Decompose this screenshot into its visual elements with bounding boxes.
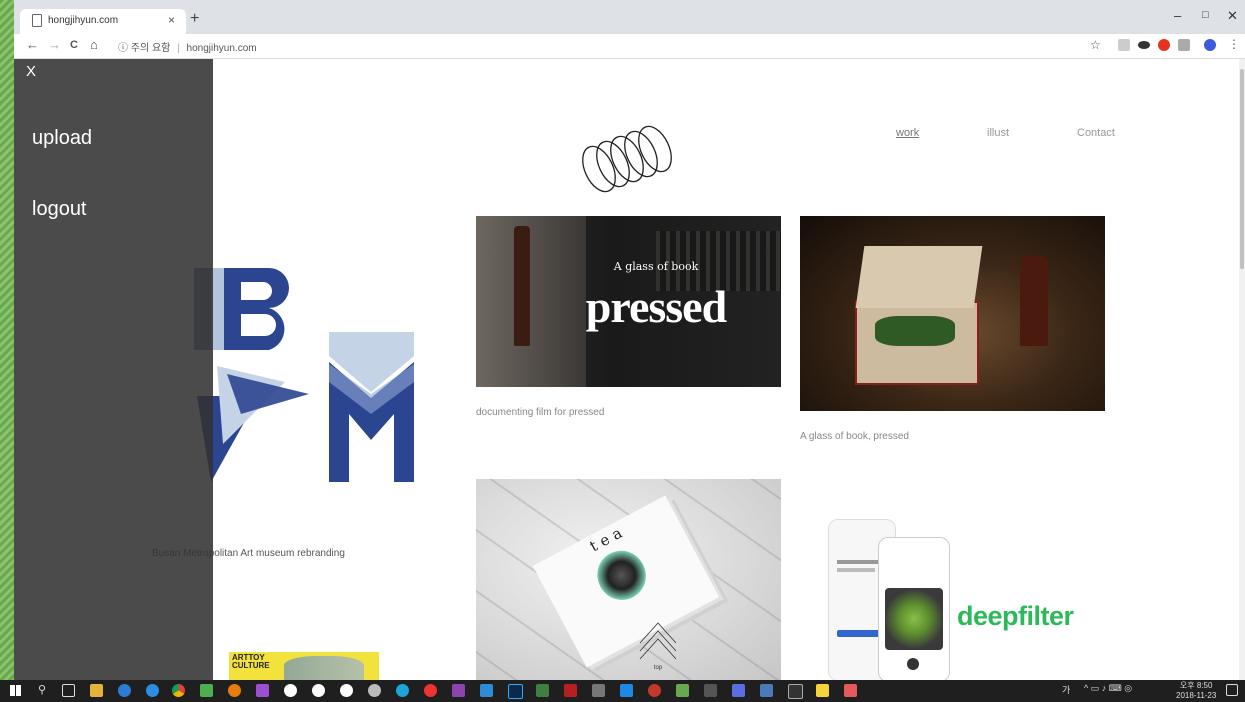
nav-work[interactable]: work (896, 127, 919, 139)
app-icon[interactable] (648, 684, 661, 697)
security-info-icon[interactable]: ⓘ (118, 43, 128, 54)
file-explorer-icon[interactable] (90, 684, 103, 697)
arttoy-title: ARTTOY CULTURE (232, 653, 270, 670)
work-busan-museum-image[interactable] (189, 264, 419, 494)
app-icon[interactable] (368, 684, 381, 697)
minimize-button[interactable]: – (1174, 8, 1181, 23)
forward-button[interactable]: → (48, 37, 61, 52)
sidebar-menu: X upload logout (14, 59, 213, 680)
browser-window: hongjihyun.com × + – □ ✕ ← → C ⌂ ⓘ 주의 요함… (14, 0, 1245, 680)
page-scrollbar[interactable] (1239, 59, 1245, 680)
moss-shape (875, 316, 955, 346)
unreal-engine-icon-1[interactable] (284, 684, 297, 697)
start-windows-icon[interactable] (10, 685, 21, 696)
deepfilter-logo: deepfilter (957, 601, 1074, 631)
security-label: 주의 요함 (130, 43, 171, 54)
app-icon[interactable] (592, 684, 605, 697)
reload-button[interactable]: C (70, 39, 78, 51)
home-button[interactable]: ⌂ (90, 37, 98, 52)
profile-avatar[interactable] (1204, 39, 1216, 51)
app-icon[interactable] (536, 684, 549, 697)
nav-illust[interactable]: illust (987, 127, 1009, 139)
tab-close-icon[interactable]: × (168, 13, 175, 27)
clock-date: 2018-11-23 (1176, 691, 1217, 700)
nav-contact[interactable]: Contact (1077, 127, 1115, 139)
chrome-icon[interactable] (172, 684, 185, 697)
blender-icon[interactable] (228, 684, 241, 697)
sidebar-item-upload[interactable]: upload (32, 127, 92, 150)
kakaotalk-icon[interactable] (816, 684, 829, 697)
sidebar-item-logout[interactable]: logout (32, 198, 87, 221)
scroll-top-label: top (654, 665, 663, 671)
clock-time: 오후 8:50 (1179, 681, 1213, 690)
app-icon[interactable] (844, 684, 857, 697)
phone-front-shape (878, 537, 950, 680)
app-icon[interactable] (424, 684, 437, 697)
unreal-engine-icon-3[interactable] (340, 684, 353, 697)
work-pressed-film-caption[interactable]: documenting film for pressed (476, 407, 604, 418)
pressed-title: pressed (585, 281, 727, 332)
notification-center-icon[interactable] (1226, 684, 1238, 696)
phone-text-line (837, 568, 875, 572)
url-separator: | (177, 43, 180, 54)
omnibox[interactable]: ⓘ 주의 요함 | hongjihyun.com (118, 39, 257, 54)
menu-icon[interactable]: ⋮ (1228, 37, 1240, 51)
page-favicon-icon (32, 14, 42, 27)
app-icon[interactable] (620, 684, 633, 697)
salad-photo (885, 588, 943, 650)
app-icon[interactable] (704, 684, 717, 697)
visual-studio-icon[interactable] (256, 684, 269, 697)
filezilla-icon[interactable] (564, 684, 577, 697)
ime-indicator[interactable]: 가 (1062, 683, 1070, 696)
work-pressed-box-caption[interactable]: A glass of book, pressed (800, 431, 909, 442)
whisky-bottle-shape (1020, 256, 1048, 346)
pressed-subtitle: A glass of book (613, 260, 699, 273)
app-icon[interactable] (452, 684, 465, 697)
work-tea-book-image[interactable]: tea (476, 479, 781, 680)
browser-tab[interactable]: hongjihyun.com × (20, 9, 186, 34)
windows-taskbar: ⚲ 가 ^ ▭ ♪ ⌨ ◎ 오후 8:50 2018-11-23 (0, 680, 1245, 702)
opera-icon[interactable] (1158, 39, 1170, 51)
sidebar-close-button[interactable]: X (26, 63, 36, 80)
internet-explorer-icon[interactable] (146, 684, 159, 697)
app-icon[interactable] (676, 684, 689, 697)
edge-icon[interactable] (118, 684, 131, 697)
close-window-button[interactable]: ✕ (1227, 8, 1238, 24)
unreal-engine-icon-2[interactable] (312, 684, 325, 697)
tray-icons[interactable]: ^ ▭ ♪ ⌨ ◎ (1084, 683, 1132, 694)
scroll-top-button[interactable]: top (638, 617, 678, 677)
address-bar: ← → C ⌂ ⓘ 주의 요함 | hongjihyun.com ☆ ⋮ (14, 34, 1245, 59)
back-button[interactable]: ← (26, 37, 39, 52)
phone-shutter-icon (907, 658, 919, 670)
scrollbar-thumb[interactable] (1240, 69, 1244, 269)
url-text[interactable]: hongjihyun.com (187, 43, 257, 54)
work-deepfilter-image[interactable]: deepfilter (800, 479, 1105, 680)
new-tab-button[interactable]: + (190, 10, 199, 28)
extension-1-icon[interactable] (1118, 39, 1130, 51)
work-pressed-box-image[interactable] (800, 216, 1105, 411)
maximize-button[interactable]: □ (1202, 9, 1209, 21)
task-view-icon[interactable] (62, 684, 75, 697)
work-arttoy-image[interactable]: ARTTOY CULTURE (229, 652, 379, 680)
app-icon[interactable] (480, 684, 493, 697)
search-icon[interactable]: ⚲ (38, 683, 46, 696)
app-icon[interactable] (396, 684, 409, 697)
app-icon[interactable] (788, 684, 803, 699)
notepad-icon[interactable] (200, 684, 213, 697)
bookmark-star-icon[interactable]: ☆ (1090, 38, 1101, 52)
bottle-shape (514, 226, 530, 346)
app-icon[interactable] (732, 684, 745, 697)
app-icon[interactable] (760, 684, 773, 697)
tab-title: hongjihyun.com (48, 15, 119, 26)
arttoy-figure (284, 656, 364, 680)
site-logo[interactable] (579, 124, 679, 204)
extension-glasses-icon[interactable] (1138, 41, 1150, 49)
web-page: work illust Contact Busan Metropolitan A… (14, 59, 1245, 680)
photoshop-icon[interactable] (508, 684, 523, 699)
work-pressed-film-image[interactable]: A glass of book pressed (476, 216, 781, 387)
tab-strip: hongjihyun.com × + – □ ✕ (14, 0, 1245, 34)
box-lid-shape (855, 246, 983, 308)
system-clock[interactable]: 오후 8:50 2018-11-23 (1176, 681, 1216, 701)
extension-2-icon[interactable] (1178, 39, 1190, 51)
